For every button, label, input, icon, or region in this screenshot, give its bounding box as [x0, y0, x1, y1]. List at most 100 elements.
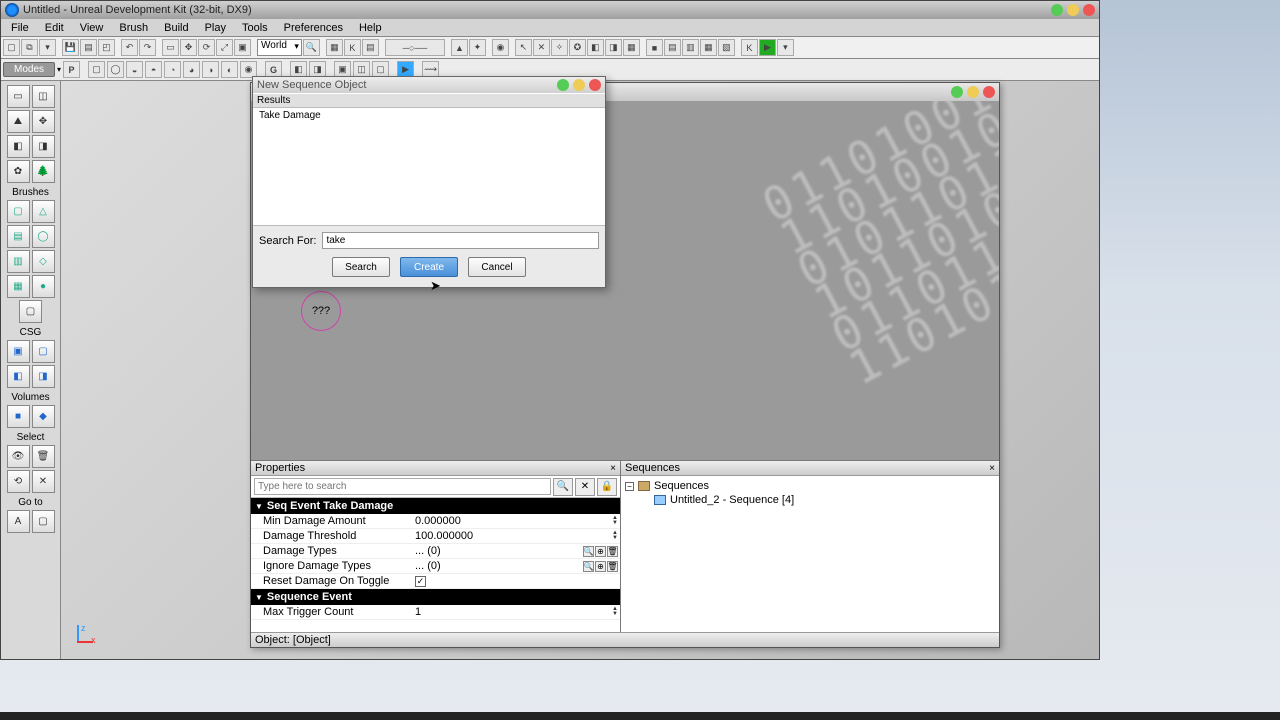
tb-open-icon[interactable]: ⧉ [21, 39, 38, 56]
sequences-tree[interactable]: −Sequences Untitled_2 - Sequence [4] [621, 476, 999, 632]
menu-tools[interactable]: Tools [234, 21, 276, 35]
minimize-icon[interactable] [1051, 4, 1063, 16]
brush-stair1-icon[interactable]: ▤ [7, 225, 30, 248]
tb-redo-icon[interactable]: ↷ [139, 39, 156, 56]
property-row[interactable]: Max Trigger Count1▲▼ [251, 605, 620, 620]
prop-search-btn-icon[interactable]: 🔍 [553, 478, 573, 496]
tb-e-icon[interactable]: ◧ [587, 39, 604, 56]
tb-slider-icon[interactable]: ─○── [385, 39, 445, 56]
menu-view[interactable]: View [72, 21, 112, 35]
tb-browse-icon[interactable]: ◰ [98, 39, 115, 56]
tb-scale-icon[interactable]: ⤢ [216, 39, 233, 56]
menu-preferences[interactable]: Preferences [276, 21, 351, 35]
list-item[interactable]: Take Damage [253, 108, 605, 123]
tb-f-icon[interactable]: ◨ [605, 39, 622, 56]
graph-object-ref[interactable]: ??? [301, 291, 341, 331]
property-row[interactable]: Ignore Damage Types... (0)🔍⊕🗑 [251, 559, 620, 574]
search-button[interactable]: Search [332, 257, 390, 277]
property-row[interactable]: Reset Damage On Toggle✓ [251, 574, 620, 589]
menu-play[interactable]: Play [197, 21, 234, 35]
menu-build[interactable]: Build [156, 21, 196, 35]
create-button[interactable]: Create [400, 257, 458, 277]
dialog-close-icon[interactable] [589, 79, 601, 91]
cancel-button[interactable]: Cancel [468, 257, 526, 277]
pal-foliage-icon[interactable]: ✿ [7, 160, 30, 183]
menu-file[interactable]: File [3, 21, 37, 35]
tb-p-button[interactable]: P [63, 61, 80, 78]
brush-vol-icon[interactable]: ▢ [19, 300, 42, 323]
csg-deint-icon[interactable]: ◨ [32, 365, 55, 388]
tb-l-icon[interactable]: ▧ [718, 39, 735, 56]
tb-d-icon[interactable]: ✪ [569, 39, 586, 56]
tb-saveall-icon[interactable]: ▤ [80, 39, 97, 56]
prop-group-sequence-event[interactable]: ▼Sequence Event [251, 589, 620, 605]
pal-tree-icon[interactable]: 🌲 [32, 160, 55, 183]
tb-kismet-icon[interactable]: K [344, 39, 361, 56]
dialog-search-input[interactable] [322, 232, 599, 249]
csg-add-icon[interactable]: ▣ [7, 340, 30, 363]
prop-group-take-damage[interactable]: ▼Seq Event Take Damage [251, 498, 620, 514]
pal-move-icon[interactable]: ✥ [32, 110, 55, 133]
tb-matinee-icon[interactable]: ▤ [362, 39, 379, 56]
goto-actor-icon[interactable]: A [7, 510, 30, 533]
brush-sheet-icon[interactable]: ◇ [32, 250, 55, 273]
pal-camera-icon[interactable]: ▭ [7, 85, 30, 108]
sel-show-icon[interactable]: 👁 [7, 445, 30, 468]
tb-save-icon[interactable]: 💾 [62, 39, 79, 56]
tb-g-icon[interactable]: ▦ [623, 39, 640, 56]
sel-none-icon[interactable]: ✕ [32, 470, 55, 493]
properties-close-icon[interactable]: × [610, 463, 616, 474]
tb-mode3-icon[interactable]: ◒ [126, 61, 143, 78]
tb-scale-nonuniform-icon[interactable]: ▣ [234, 39, 251, 56]
prop-clear-btn-icon[interactable]: ✕ [575, 478, 595, 496]
csg-sub-icon[interactable]: ▢ [32, 340, 55, 363]
tb-mode1-icon[interactable]: ▢ [88, 61, 105, 78]
tree-root[interactable]: −Sequences [625, 479, 995, 493]
dialog-results-list[interactable]: Take Damage [253, 108, 605, 226]
tb-a-icon[interactable]: ↖ [515, 39, 532, 56]
tb-buildlight-icon[interactable]: ✦ [469, 39, 486, 56]
sel-inv-icon[interactable]: ⟲ [7, 470, 30, 493]
brush-sphere-icon[interactable]: ● [32, 275, 55, 298]
pal-mesh-icon[interactable]: ◨ [32, 135, 55, 158]
vol-special-icon[interactable]: ◆ [32, 405, 55, 428]
csg-int-icon[interactable]: ◧ [7, 365, 30, 388]
tb-mode8-icon[interactable]: ◐ [221, 61, 238, 78]
tb-c-icon[interactable]: ✧ [551, 39, 568, 56]
tb-mode5-icon[interactable]: ◔ [164, 61, 181, 78]
kismet-maximize-icon[interactable] [967, 86, 979, 98]
brush-cube-icon[interactable]: ▢ [7, 200, 30, 223]
sequences-close-icon[interactable]: × [989, 463, 995, 474]
tb-search-icon[interactable]: 🔍 [303, 39, 320, 56]
kismet-minimize-icon[interactable] [951, 86, 963, 98]
tb-mode7-icon[interactable]: ◑ [202, 61, 219, 78]
pal-terrain-icon[interactable]: ⛰ [7, 110, 30, 133]
tb-j-icon[interactable]: ▥ [682, 39, 699, 56]
dialog-maximize-icon[interactable] [573, 79, 585, 91]
kismet-close-icon[interactable] [983, 86, 995, 98]
vol-add-icon[interactable]: ■ [7, 405, 30, 428]
tb-contentbrowser-icon[interactable]: ▦ [326, 39, 343, 56]
pal-geom-icon[interactable]: ◫ [32, 85, 55, 108]
tb-buildpaths-icon[interactable]: ◉ [492, 39, 509, 56]
brush-stair2-icon[interactable]: ▥ [7, 250, 30, 273]
tb-new-icon[interactable]: ▢ [3, 39, 20, 56]
tb-h-icon[interactable]: ■ [646, 39, 663, 56]
property-row[interactable]: Min Damage Amount0.000000▲▼ [251, 514, 620, 529]
goto-builder-icon[interactable]: ▢ [32, 510, 55, 533]
prop-lock-btn-icon[interactable]: 🔒 [597, 478, 617, 496]
tb-rotate-icon[interactable]: ⟳ [198, 39, 215, 56]
tb-undo-icon[interactable]: ↶ [121, 39, 138, 56]
tb-buildgeom-icon[interactable]: ▲ [451, 39, 468, 56]
close-icon[interactable] [1083, 4, 1095, 16]
tb-translate-icon[interactable]: ✥ [180, 39, 197, 56]
maximize-icon[interactable] [1067, 4, 1079, 16]
tb-i-icon[interactable]: ▤ [664, 39, 681, 56]
property-row[interactable]: Damage Types... (0)🔍⊕🗑 [251, 544, 620, 559]
sel-hide-icon[interactable]: 🗑 [32, 445, 55, 468]
pal-texture-icon[interactable]: ◧ [7, 135, 30, 158]
tb-mode2-icon[interactable]: ◯ [107, 61, 124, 78]
menu-help[interactable]: Help [351, 21, 390, 35]
brush-cylinder-icon[interactable]: ◯ [32, 225, 55, 248]
property-row[interactable]: Damage Threshold100.000000▲▼ [251, 529, 620, 544]
